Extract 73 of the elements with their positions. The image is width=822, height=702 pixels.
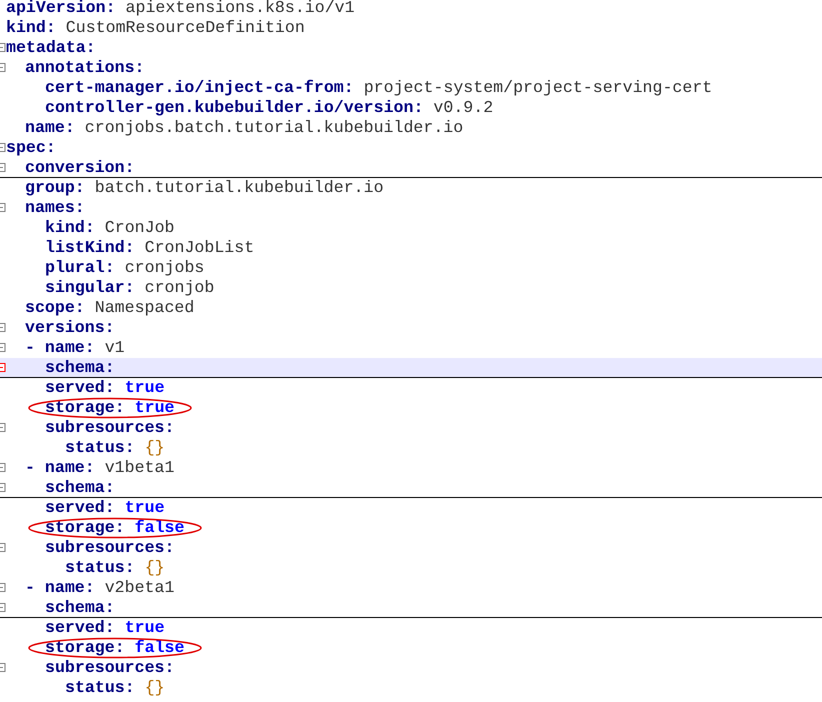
yaml-key: metadata: [6,38,96,57]
yaml-value: CustomResourceDefinition [66,18,305,37]
yaml-value: false [134,638,184,657]
yaml-key: conversion: [25,158,135,177]
yaml-value: cronjobs [124,258,204,277]
yaml-key: cert-manager.io/inject-ca-from: [45,78,354,97]
yaml-key: status: [65,438,135,457]
yaml-key: subresources: [45,658,174,677]
expand-icon[interactable] [0,483,6,492]
collapse-icon[interactable] [0,63,6,72]
collapse-icon[interactable] [0,423,6,432]
collapse-icon[interactable] [0,43,6,52]
yaml-key: names: [25,198,85,217]
yaml-key: subresources: [45,418,174,437]
yaml-key: plural: [45,258,115,277]
expand-icon[interactable] [0,163,6,172]
yaml-key: storage: [45,638,125,657]
yaml-key: scope: [25,298,85,317]
yaml-value: project-system/project-serving-cert [364,78,712,97]
yaml-key: subresources: [45,538,174,557]
yaml-key: - name: [25,338,95,357]
yaml-value: v1beta1 [104,458,174,477]
yaml-key: singular: [45,278,135,297]
collapse-icon[interactable] [0,143,6,152]
yaml-value: {} [144,678,165,697]
collapse-icon[interactable] [0,663,6,672]
yaml-key: listKind: [45,238,135,257]
yaml-key: annotations: [25,58,144,77]
yaml-value: Namespaced [94,298,194,317]
yaml-key: schema: [45,598,115,617]
yaml-value: v0.9.2 [433,98,494,117]
yaml-key: storage: [45,398,125,417]
collapse-icon[interactable] [0,463,6,472]
collapse-icon[interactable] [0,343,6,352]
yaml-key: spec: [6,138,56,157]
yaml-value: {} [144,438,165,457]
yaml-value: true [124,618,165,637]
yaml-key: - name: [25,458,95,477]
yaml-key: status: [65,558,135,577]
yaml-value: CronJobList [144,238,254,257]
collapse-icon[interactable] [0,323,6,332]
yaml-value: cronjob [144,278,214,297]
yaml-key: served: [45,378,115,397]
yaml-value: v2beta1 [104,578,174,597]
collapse-icon[interactable] [0,543,6,552]
yaml-key: served: [45,618,115,637]
yaml-key: status: [65,678,135,697]
yaml-value: true [124,498,165,517]
yaml-value: cronjobs.batch.tutorial.kubebuilder.io [84,118,464,137]
yaml-key: group: [25,178,85,197]
yaml-key: name: [25,118,75,137]
yaml-value: batch.tutorial.kubebuilder.io [94,178,384,197]
yaml-key: versions: [25,318,115,337]
yaml-value: true [134,398,175,417]
yaml-value: CronJob [104,218,175,237]
yaml-key: controller-gen.kubebuilder.io/version: [45,98,424,117]
yaml-key: storage: [45,518,125,537]
yaml-value: v1 [104,338,125,357]
yaml-key: apiVersion: [6,0,116,17]
expand-icon[interactable] [0,363,6,372]
yaml-value: false [134,518,184,537]
collapse-icon[interactable] [0,583,6,592]
yaml-key: kind: [6,18,56,37]
yaml-key: schema: [45,358,115,377]
collapse-icon[interactable] [0,203,6,212]
yaml-value: {} [144,558,165,577]
yaml-value: apiextensions.k8s.io/v1 [126,0,355,17]
yaml-key: schema: [45,478,115,497]
yaml-key: kind: [45,218,95,237]
yaml-value: true [124,378,165,397]
expand-icon[interactable] [0,603,6,612]
yaml-key: - name: [25,578,95,597]
yaml-key: served: [45,498,115,517]
